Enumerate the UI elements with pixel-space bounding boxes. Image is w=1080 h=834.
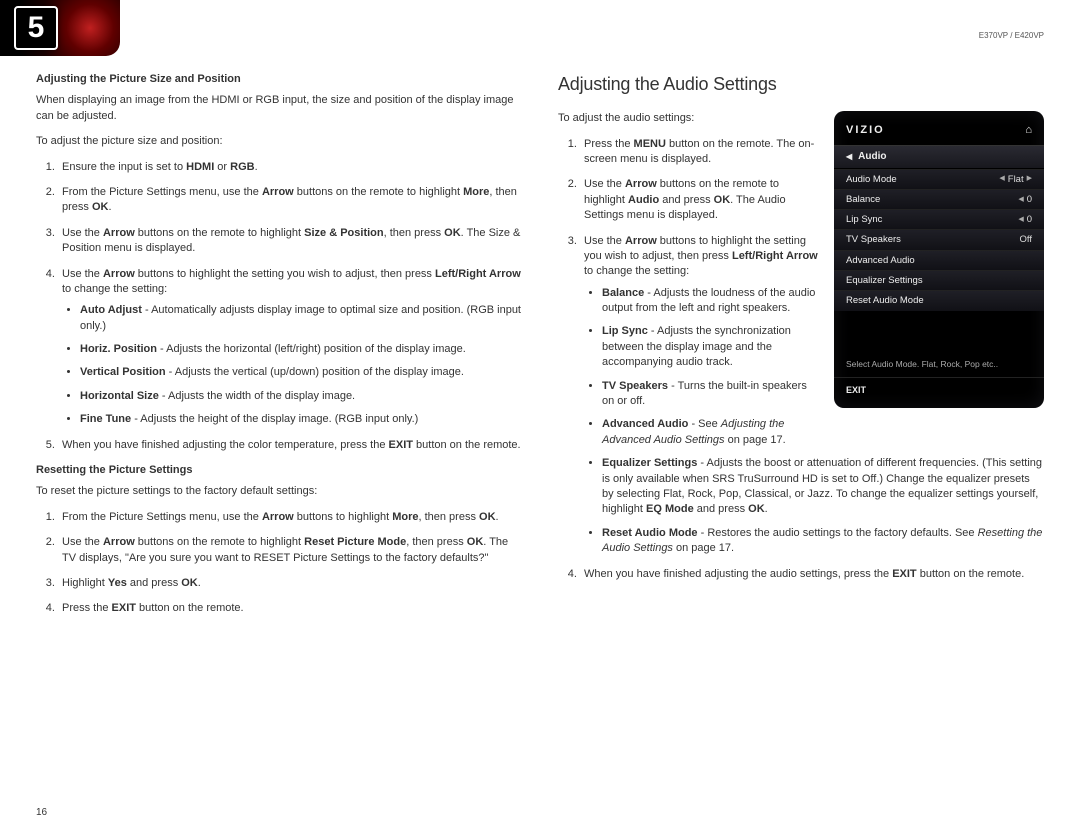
intro-text: When displaying an image from the HDMI o…: [36, 93, 522, 124]
tv-exit-label: EXIT: [834, 377, 1044, 401]
chapter-number-box: 5: [14, 6, 58, 50]
model-id: E370VP / E420VP: [979, 30, 1044, 41]
bullet-item: Horizontal Size - Adjusts the width of t…: [80, 389, 522, 404]
bullet-item: Horiz. Position - Adjusts the horizontal…: [80, 342, 522, 357]
home-icon: ⌂: [1025, 123, 1032, 138]
tv-menu-title: ◀ Audio: [834, 145, 1044, 169]
tv-row-tvspeakers: TV Speakers Off: [834, 229, 1044, 249]
tv-row-equalizer: Equalizer Settings: [834, 270, 1044, 290]
tv-row-audio-mode: Audio Mode ◀Flat▶: [834, 169, 1044, 189]
right-arrow-icon: ▶: [1027, 174, 1032, 184]
subheading-reset-picture: Resetting the Picture Settings: [36, 463, 522, 478]
left-column: Adjusting the Picture Size and Position …: [36, 72, 522, 627]
subheading-picture-size: Adjusting the Picture Size and Position: [36, 72, 522, 87]
list-item: When you have finished adjusting the aud…: [580, 567, 1044, 582]
list-item: Use the Arrow buttons on the remote to h…: [58, 535, 522, 566]
list-item: Ensure the input is set to HDMI or RGB.: [58, 160, 522, 175]
bullet-item: Equalizer Settings - Adjusts the boost o…: [602, 456, 1044, 518]
left-arrow-icon: ◀: [1018, 215, 1023, 225]
list-item: Press the EXIT button on the remote.: [58, 601, 522, 616]
tv-brand-logo: VIZIO: [846, 123, 885, 138]
chapter-number: 5: [28, 7, 45, 49]
list-item: Use the Arrow buttons on the remote to h…: [58, 226, 522, 257]
right-column: Adjusting the Audio Settings VIZIO ⌂ ◀ A…: [558, 72, 1044, 627]
chapter-badge: 5: [0, 0, 120, 56]
tv-row-reset-audio: Reset Audio Mode: [834, 290, 1044, 310]
bullet-item: Auto Adjust - Automatically adjusts disp…: [80, 303, 522, 334]
page-number: 16: [36, 806, 47, 820]
left-arrow-icon: ◀: [1018, 195, 1023, 205]
list-item: Highlight Yes and press OK.: [58, 576, 522, 591]
left-arrow-icon: ◀: [999, 174, 1004, 184]
tv-hint-text: Select Audio Mode. Flat, Rock, Pop etc..: [834, 311, 1044, 377]
list-item: Use the Arrow buttons to highlight the s…: [58, 267, 522, 428]
tv-row-lipsync: Lip Sync ◀0: [834, 209, 1044, 229]
bullet-item: Reset Audio Mode - Restores the audio se…: [602, 526, 1044, 557]
bullet-item: Advanced Audio - See Adjusting the Advan…: [602, 417, 1044, 448]
tv-menu-screenshot: VIZIO ⌂ ◀ Audio Audio Mode ◀Flat▶ Balanc…: [834, 111, 1044, 408]
lead-text: To adjust the picture size and position:: [36, 134, 522, 149]
bullet-item: Fine Tune - Adjusts the height of the di…: [80, 412, 522, 427]
back-arrow-icon: ◀: [846, 151, 852, 162]
list-item: From the Picture Settings menu, use the …: [58, 510, 522, 525]
list-item: When you have finished adjusting the col…: [58, 438, 522, 453]
tv-row-advanced-audio: Advanced Audio: [834, 250, 1044, 270]
tv-row-balance: Balance ◀0: [834, 189, 1044, 209]
list-item: From the Picture Settings menu, use the …: [58, 185, 522, 216]
section-title-audio: Adjusting the Audio Settings: [558, 72, 1044, 97]
bullet-item: Vertical Position - Adjusts the vertical…: [80, 365, 522, 380]
reset-lead: To reset the picture settings to the fac…: [36, 484, 522, 499]
